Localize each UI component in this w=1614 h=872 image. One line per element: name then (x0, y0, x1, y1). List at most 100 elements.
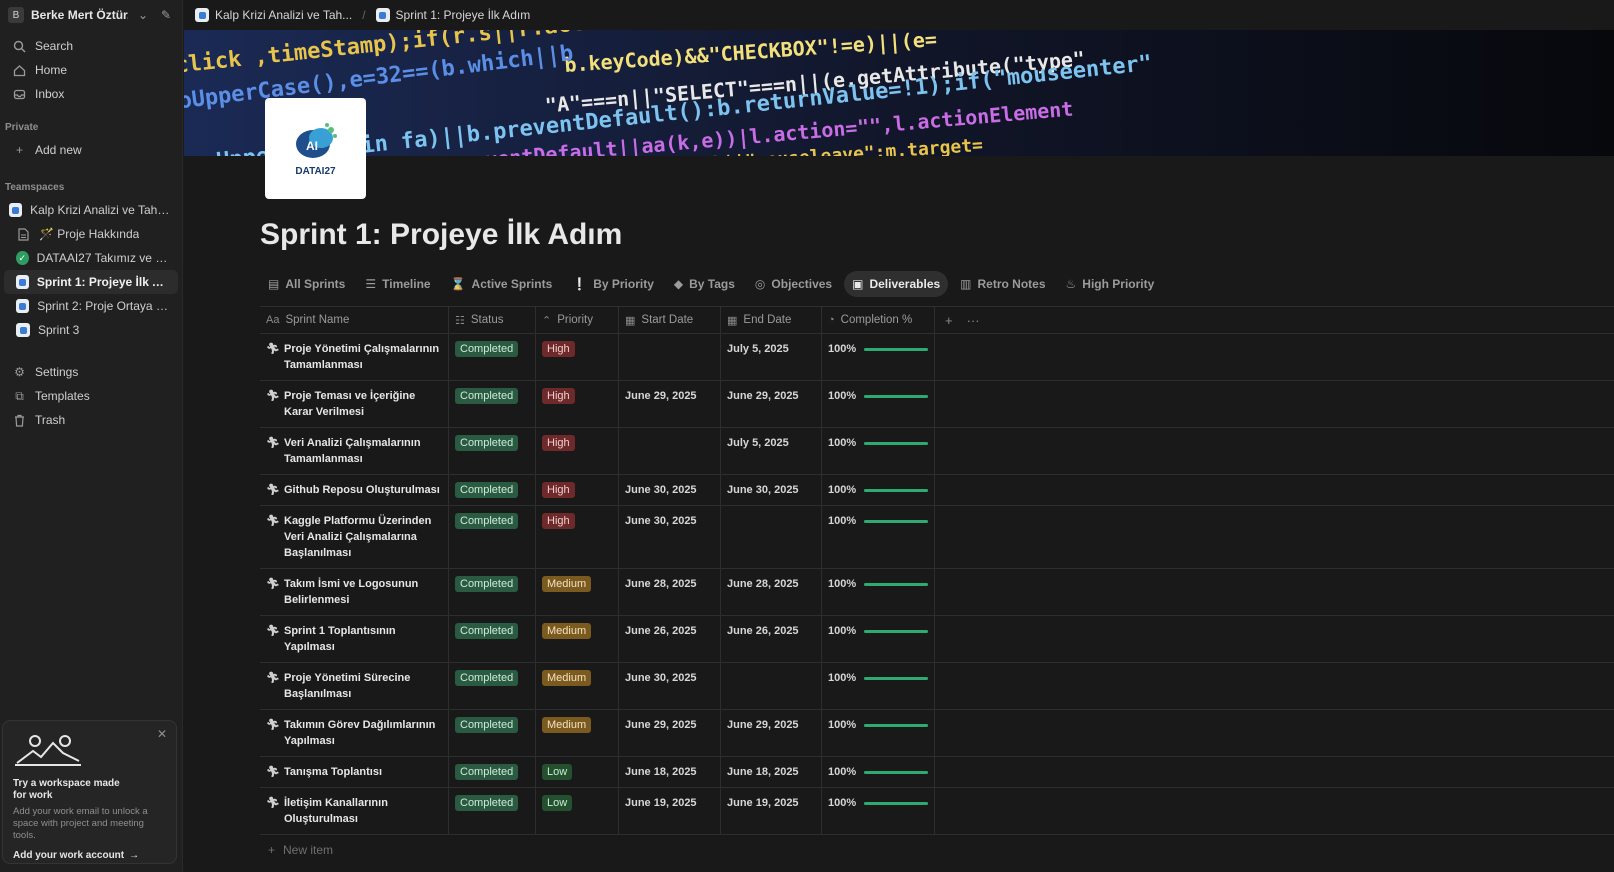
cell-start-date[interactable]: June 29, 2025 (619, 710, 721, 756)
cell-priority[interactable]: High (536, 506, 619, 568)
column-sprint-name[interactable]: Aa Sprint Name (260, 307, 449, 333)
cell-completion[interactable]: 100% (822, 506, 935, 568)
cell-priority[interactable]: Low (536, 757, 619, 787)
add-property-icon[interactable]: + (945, 313, 953, 328)
cell-completion[interactable]: 100% (822, 475, 935, 505)
table-row[interactable]: 🏃︎ Takım İsmi ve Logosunun Belirlenmesi … (260, 569, 1614, 616)
cell-end-date[interactable]: June 28, 2025 (721, 569, 822, 615)
cell-priority[interactable]: High (536, 334, 619, 380)
cell-completion[interactable]: 100% (822, 334, 935, 380)
workspace-switcher[interactable]: B Berke Mert Öztür... ⌄ ✎ (0, 0, 182, 30)
cell-status[interactable]: Completed (449, 381, 536, 427)
tab-deliverables[interactable]: ▣ Deliverables (844, 271, 949, 297)
table-row[interactable]: 🏃︎ Github Reposu Oluşturulması Completed… (260, 475, 1614, 506)
cell-start-date[interactable]: June 19, 2025 (619, 788, 721, 834)
table-row[interactable]: 🏃︎ İletişim Kanallarının Oluşturulması C… (260, 788, 1614, 835)
new-item-button[interactable]: + New item (260, 835, 1614, 865)
cell-sprint-name[interactable]: 🏃︎ Proje Yönetimi Sürecine Başlanılması (260, 663, 449, 709)
table-row[interactable]: 🏃︎ Proje Teması ve İçeriğine Karar Veril… (260, 381, 1614, 428)
sidebar-item-sprint-1[interactable]: Sprint 1: Projeye İlk Adım (4, 270, 178, 294)
add-work-account-link[interactable]: Add your work account → (13, 850, 166, 861)
sidebar-item-proje-hakkinda[interactable]: 🪄 Proje Hakkında (4, 222, 178, 246)
breadcrumb-teamspace[interactable]: Kalp Krizi Analizi ve Tah... (195, 8, 352, 22)
cell-start-date[interactable] (619, 334, 721, 380)
cell-priority[interactable]: Low (536, 788, 619, 834)
cell-sprint-name[interactable]: 🏃︎ İletişim Kanallarının Oluşturulması (260, 788, 449, 834)
cell-start-date[interactable]: June 26, 2025 (619, 616, 721, 662)
cell-completion[interactable]: 100% (822, 428, 935, 474)
cell-sprint-name[interactable]: 🏃︎ Proje Teması ve İçeriğine Karar Veril… (260, 381, 449, 427)
tab-objectives[interactable]: ◎ Objectives (747, 271, 840, 297)
cell-sprint-name[interactable]: 🏃︎ Tanışma Toplantısı (260, 757, 449, 787)
cell-start-date[interactable] (619, 428, 721, 474)
cell-start-date[interactable]: June 30, 2025 (619, 506, 721, 568)
table-row[interactable]: 🏃︎ Sprint 1 Toplantısının Yapılması Comp… (260, 616, 1614, 663)
cell-sprint-name[interactable]: 🏃︎ Veri Analizi Çalışmalarının Tamamlanm… (260, 428, 449, 474)
column-status[interactable]: ☷ Status (449, 307, 536, 333)
sidebar-item-sprint-2[interactable]: Sprint 2: Proje Ortaya Çı... (4, 294, 178, 318)
tab-all-sprints[interactable]: ▤ All Sprints (260, 271, 353, 297)
breadcrumb-page[interactable]: Sprint 1: Projeye İlk Adım (375, 8, 530, 22)
sidebar-item-search[interactable]: Search (4, 34, 178, 58)
column-completion[interactable]: ◔ Completion % (822, 307, 935, 333)
cell-start-date[interactable]: June 29, 2025 (619, 381, 721, 427)
cell-end-date[interactable] (721, 506, 822, 568)
sidebar-item-templates[interactable]: ⧉ Templates (4, 384, 178, 408)
sidebar-item-trash[interactable]: Trash (4, 408, 178, 432)
table-row[interactable]: 🏃︎ Tanışma Toplantısı Completed Low June… (260, 757, 1614, 788)
column-start-date[interactable]: ▦ Start Date (619, 307, 721, 333)
sidebar-item-inbox[interactable]: Inbox (4, 82, 178, 106)
cell-completion[interactable]: 100% (822, 569, 935, 615)
cell-start-date[interactable]: June 30, 2025 (619, 475, 721, 505)
cell-priority[interactable]: High (536, 428, 619, 474)
page-title[interactable]: Sprint 1: Projeye İlk Adım (260, 218, 622, 252)
tab-high-priority[interactable]: ♨ High Priority (1058, 271, 1163, 297)
cell-sprint-name[interactable]: 🏃︎ Takım İsmi ve Logosunun Belirlenmesi (260, 569, 449, 615)
table-row[interactable]: 🏃︎ Takımın Görev Dağılımlarının Yapılmas… (260, 710, 1614, 757)
sidebar-item-teamspace[interactable]: Kalp Krizi Analizi ve Tahmini (4, 198, 178, 222)
cell-end-date[interactable] (721, 663, 822, 709)
close-icon[interactable]: ✕ (157, 727, 167, 741)
column-priority[interactable]: ⌃ Priority (536, 307, 619, 333)
cell-start-date[interactable]: June 28, 2025 (619, 569, 721, 615)
page-cover-image[interactable]: click ,timeStamp);if(r.s||r.action(break… (184, 30, 1614, 156)
cell-sprint-name[interactable]: 🏃︎ Github Reposu Oluşturulması (260, 475, 449, 505)
cell-status[interactable]: Completed (449, 334, 536, 380)
cell-priority[interactable]: Medium (536, 569, 619, 615)
cell-status[interactable]: Completed (449, 710, 536, 756)
new-page-icon[interactable]: ✎ (158, 8, 174, 22)
table-row[interactable]: 🏃︎ Kaggle Platformu Üzerinden Veri Anali… (260, 506, 1614, 569)
tab-timeline[interactable]: ☰ Timeline (357, 271, 438, 297)
cell-end-date[interactable]: July 5, 2025 (721, 334, 822, 380)
cell-status[interactable]: Completed (449, 757, 536, 787)
cell-status[interactable]: Completed (449, 616, 536, 662)
cell-start-date[interactable]: June 18, 2025 (619, 757, 721, 787)
table-row[interactable]: 🏃︎ Proje Yönetimi Sürecine Başlanılması … (260, 663, 1614, 710)
sidebar-item-settings[interactable]: ⚙ Settings (4, 360, 178, 384)
cell-completion[interactable]: 100% (822, 710, 935, 756)
cell-status[interactable]: Completed (449, 475, 536, 505)
sidebar-item-sprint-3[interactable]: Sprint 3 (4, 318, 178, 342)
cell-end-date[interactable]: June 18, 2025 (721, 757, 822, 787)
more-options-icon[interactable]: ··· (967, 313, 980, 328)
sidebar-item-home[interactable]: Home (4, 58, 178, 82)
cell-status[interactable]: Completed (449, 569, 536, 615)
cell-sprint-name[interactable]: 🏃︎ Takımın Görev Dağılımlarının Yapılmas… (260, 710, 449, 756)
cell-completion[interactable]: 100% (822, 381, 935, 427)
tab-by-tags[interactable]: ◆ By Tags (666, 271, 743, 297)
cell-status[interactable]: Completed (449, 663, 536, 709)
sidebar-item-add-new[interactable]: + Add new (4, 138, 178, 162)
cell-priority[interactable]: High (536, 475, 619, 505)
cell-completion[interactable]: 100% (822, 663, 935, 709)
page-logo[interactable]: AI DATAI27 (265, 98, 366, 199)
cell-sprint-name[interactable]: 🏃︎ Sprint 1 Toplantısının Yapılması (260, 616, 449, 662)
cell-completion[interactable]: 100% (822, 757, 935, 787)
column-end-date[interactable]: ▦ End Date (721, 307, 822, 333)
tab-active-sprints[interactable]: ⌛ Active Sprints (443, 271, 561, 297)
cell-priority[interactable]: Medium (536, 663, 619, 709)
cell-completion[interactable]: 100% (822, 788, 935, 834)
table-row[interactable]: 🏃︎ Veri Analizi Çalışmalarının Tamamlanm… (260, 428, 1614, 475)
tab-by-priority[interactable]: ❕ By Priority (564, 271, 662, 297)
cell-status[interactable]: Completed (449, 506, 536, 568)
cell-end-date[interactable]: June 30, 2025 (721, 475, 822, 505)
